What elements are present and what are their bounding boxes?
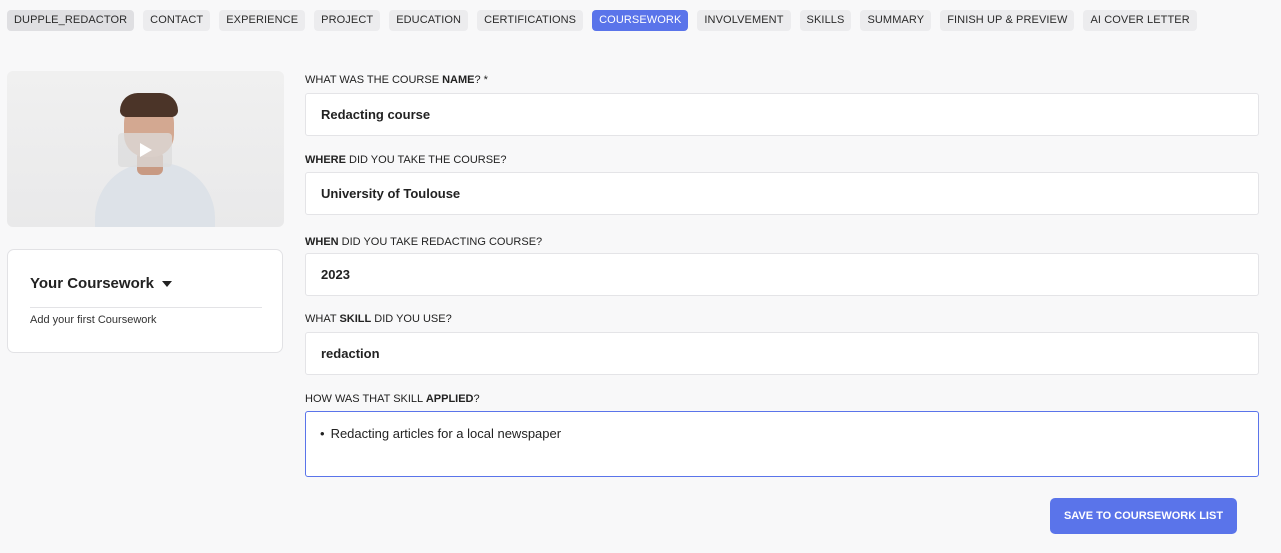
applied-label: HOW WAS THAT SKILL APPLIED? [305,393,480,405]
tab-dupple-redactor[interactable]: DUPPLE_REDACTOR [7,10,135,31]
tutorial-video[interactable] [7,71,284,227]
skill-applied-editor[interactable]: • Redacting articles for a local newspape… [305,411,1259,477]
skill-label: WHAT SKILL DID YOU USE? [305,313,452,325]
course-name-label: WHAT WAS THE COURSE NAME? * [305,74,488,86]
section-tabs: DUPPLE_REDACTOR CONTACT EXPERIENCE PROJE… [7,10,1197,31]
coursework-list-card: Your Coursework Add your first Coursewor… [7,249,283,353]
tab-experience[interactable]: EXPERIENCE [219,10,306,31]
tab-contact[interactable]: CONTACT [143,10,211,31]
empty-list-hint: Add your first Coursework [30,314,157,326]
caret-down-icon [161,281,172,288]
play-icon [140,143,152,157]
tab-certifications[interactable]: CERTIFICATIONS [477,10,584,31]
course-name-field[interactable]: Redacting course [305,93,1259,136]
bullet-text: Redacting articles for a local newspaper [330,426,562,441]
tab-involvement[interactable]: INVOLVEMENT [697,10,791,31]
tab-education[interactable]: EDUCATION [389,10,469,31]
tab-coursework[interactable]: COURSEWORK [592,10,689,31]
tab-finish-up-preview[interactable]: FINISH UP & PREVIEW [940,10,1075,31]
coursework-list-toggle[interactable]: Your Coursework [30,275,172,292]
tab-project[interactable]: PROJECT [314,10,381,31]
divider [30,307,262,308]
when-label: WHEN DID YOU TAKE REDACTING COURSE? [305,236,543,248]
where-field[interactable]: University of Toulouse [305,172,1259,215]
where-label: WHERE DID YOU TAKE THE COURSE? [305,154,507,166]
save-to-coursework-list-button[interactable]: SAVE TO COURSEWORK LIST [1050,498,1237,534]
skill-field[interactable]: redaction [305,332,1259,375]
bullet-marker: • [320,426,325,441]
tab-summary[interactable]: SUMMARY [860,10,932,31]
play-button[interactable] [118,133,172,167]
tab-skills[interactable]: SKILLS [799,10,852,31]
coursework-list-title: Your Coursework [30,275,154,292]
when-field[interactable]: 2023 [305,253,1259,296]
tab-ai-cover-letter[interactable]: AI COVER LETTER [1083,10,1197,31]
